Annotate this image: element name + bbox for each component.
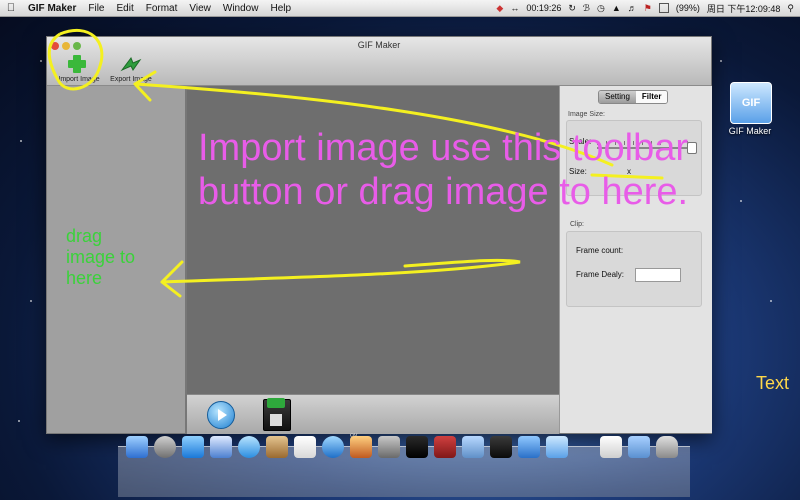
annotation-circle bbox=[47, 28, 104, 91]
annotation-arrow-to-sidebar bbox=[160, 258, 521, 298]
instruction-annotation: Import image use this toolbar button or … bbox=[198, 127, 689, 213]
drag-hint-annotation: drag image to here bbox=[66, 226, 136, 288]
